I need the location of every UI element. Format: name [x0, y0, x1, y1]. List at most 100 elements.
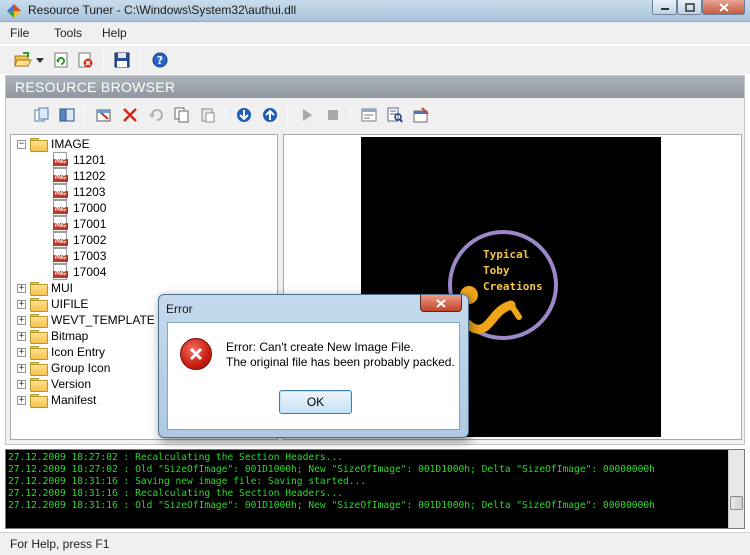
expand-toggle[interactable]: + — [17, 379, 26, 389]
chevron-down-icon — [36, 57, 44, 63]
tree-item-label: 17004 — [73, 265, 107, 279]
collapse-toggle[interactable]: − — [17, 139, 26, 149]
tree-item-11203[interactable]: PNG 11203 — [53, 184, 105, 200]
maximize-button[interactable] — [677, 0, 702, 15]
tree-node-group-icon[interactable]: + Group Icon — [17, 360, 110, 376]
tree-item-label: 11202 — [73, 169, 106, 183]
delete-resource-button[interactable] — [121, 106, 139, 124]
open-recent-dropdown[interactable] — [35, 51, 45, 69]
menu-file[interactable]: File — [10, 26, 29, 40]
log-output[interactable]: 27.12.2009 18:27:02 : Recalculating the … — [5, 449, 745, 529]
tree-item-17003[interactable]: PNG 17003 — [53, 248, 106, 264]
toolbar-separator — [140, 51, 141, 69]
tree-item-label: 17002 — [73, 233, 107, 247]
folder-icon — [30, 378, 48, 392]
expand-toggle[interactable]: + — [17, 331, 26, 341]
png-file-icon: PNG — [53, 232, 68, 248]
properties-button[interactable] — [360, 106, 378, 124]
error-x-glyph — [189, 347, 203, 361]
play-button[interactable] — [298, 106, 316, 124]
open-file-button[interactable] — [14, 51, 32, 69]
log-scrollbar[interactable] — [728, 450, 744, 528]
browser-toolbar — [6, 98, 744, 132]
move-down-button[interactable] — [235, 106, 253, 124]
folder-icon — [30, 282, 48, 296]
tree-node-manifest[interactable]: + Manifest — [17, 392, 96, 408]
move-up-button[interactable] — [261, 106, 279, 124]
folder-icon — [30, 298, 48, 312]
copy-icon — [174, 107, 189, 123]
edit-button[interactable] — [412, 106, 430, 124]
arrow-up-circle-icon — [263, 108, 277, 122]
folder-icon — [30, 394, 48, 408]
add-resource-button[interactable] — [95, 106, 113, 124]
resource-tuner-app-icon — [7, 4, 21, 18]
tree-item-17002[interactable]: PNG 17002 — [53, 232, 106, 248]
menu-help[interactable]: Help — [102, 26, 127, 40]
tree-item-17004[interactable]: PNG 17004 — [53, 264, 106, 280]
dialog-close-button[interactable] — [420, 295, 462, 312]
error-dialog: Error Error: Can't create New Image File… — [158, 294, 469, 438]
expand-all-button[interactable] — [33, 106, 51, 124]
tree-node-label: WEVT_TEMPLATE — [51, 313, 155, 327]
save-button[interactable] — [113, 51, 131, 69]
folder-icon — [30, 314, 48, 328]
close-button[interactable] — [702, 0, 745, 15]
tree-node-mui[interactable]: + MUI — [17, 280, 73, 296]
expand-toggle[interactable]: + — [17, 315, 26, 325]
tree-node-icon-entry[interactable]: + Icon Entry — [17, 344, 105, 360]
close-icon — [718, 2, 729, 12]
expand-toggle[interactable]: + — [17, 395, 26, 405]
toolbar-separator — [84, 106, 85, 124]
reload-button[interactable] — [52, 51, 70, 69]
refresh-document-icon — [54, 52, 68, 68]
stop-button[interactable] — [324, 106, 342, 124]
dialog-body: Error: Can't create New Image File. The … — [167, 322, 460, 430]
tree-node-wevt-template[interactable]: + WEVT_TEMPLATE — [17, 312, 155, 328]
copy-button[interactable] — [173, 106, 191, 124]
log-line: 27.12.2009 18:27:02 : Recalculating the … — [8, 452, 344, 463]
close-file-button[interactable] — [76, 51, 94, 69]
tree-node-version[interactable]: + Version — [17, 376, 91, 392]
undo-button[interactable] — [147, 106, 165, 124]
log-line: 27.12.2009 18:31:16 : Saving new image f… — [8, 476, 367, 487]
tree-node-label: Version — [51, 377, 92, 391]
folder-icon — [30, 330, 48, 344]
tree-item-11201[interactable]: PNG 11201 — [53, 152, 105, 168]
tree-node-label: IMAGE — [51, 137, 90, 151]
edit-window-icon — [413, 107, 429, 123]
window-list-icon — [361, 108, 377, 122]
paste-icon — [201, 108, 215, 123]
minimize-button[interactable] — [652, 0, 677, 15]
expand-toggle[interactable]: + — [17, 299, 26, 309]
find-button[interactable] — [386, 106, 404, 124]
help-button[interactable]: ? — [151, 51, 169, 69]
tree-item-17001[interactable]: PNG 17001 — [53, 216, 106, 232]
tree-node-label: Bitmap — [51, 329, 89, 343]
tree-node-uifile[interactable]: + UIFILE — [17, 296, 88, 312]
help-icon: ? — [152, 52, 168, 68]
tree-node-label: Icon Entry — [51, 345, 106, 359]
status-bar: For Help, press F1 — [0, 532, 750, 555]
toolbar-separator — [225, 106, 226, 124]
expand-toggle[interactable]: + — [17, 283, 26, 293]
collapse-all-button[interactable] — [58, 106, 76, 124]
svg-text:?: ? — [157, 54, 163, 67]
tree-item-17000[interactable]: PNG 17000 — [53, 200, 106, 216]
minimize-icon — [660, 8, 669, 10]
menu-tools[interactable]: Tools — [54, 26, 82, 40]
open-folder-icon — [14, 52, 32, 67]
tree-item-label: 17001 — [73, 217, 107, 231]
tree-node-bitmap[interactable]: + Bitmap — [17, 328, 88, 344]
tree-item-11202[interactable]: PNG 11202 — [53, 168, 105, 184]
paste-button[interactable] — [199, 106, 217, 124]
log-scrollbar-thumb[interactable] — [730, 496, 743, 510]
ok-button[interactable]: OK — [279, 390, 352, 414]
title-bar: Resource Tuner - C:\Windows\System32\aut… — [0, 0, 750, 22]
tree-node-image[interactable]: − IMAGE — [17, 136, 90, 152]
toolbar-separator — [350, 106, 351, 124]
status-text: For Help, press F1 — [10, 537, 110, 551]
expand-toggle[interactable]: + — [17, 347, 26, 357]
expand-toggle[interactable]: + — [17, 363, 26, 373]
log-line: 27.12.2009 18:27:02 : Old "SizeOfImage":… — [8, 464, 655, 475]
